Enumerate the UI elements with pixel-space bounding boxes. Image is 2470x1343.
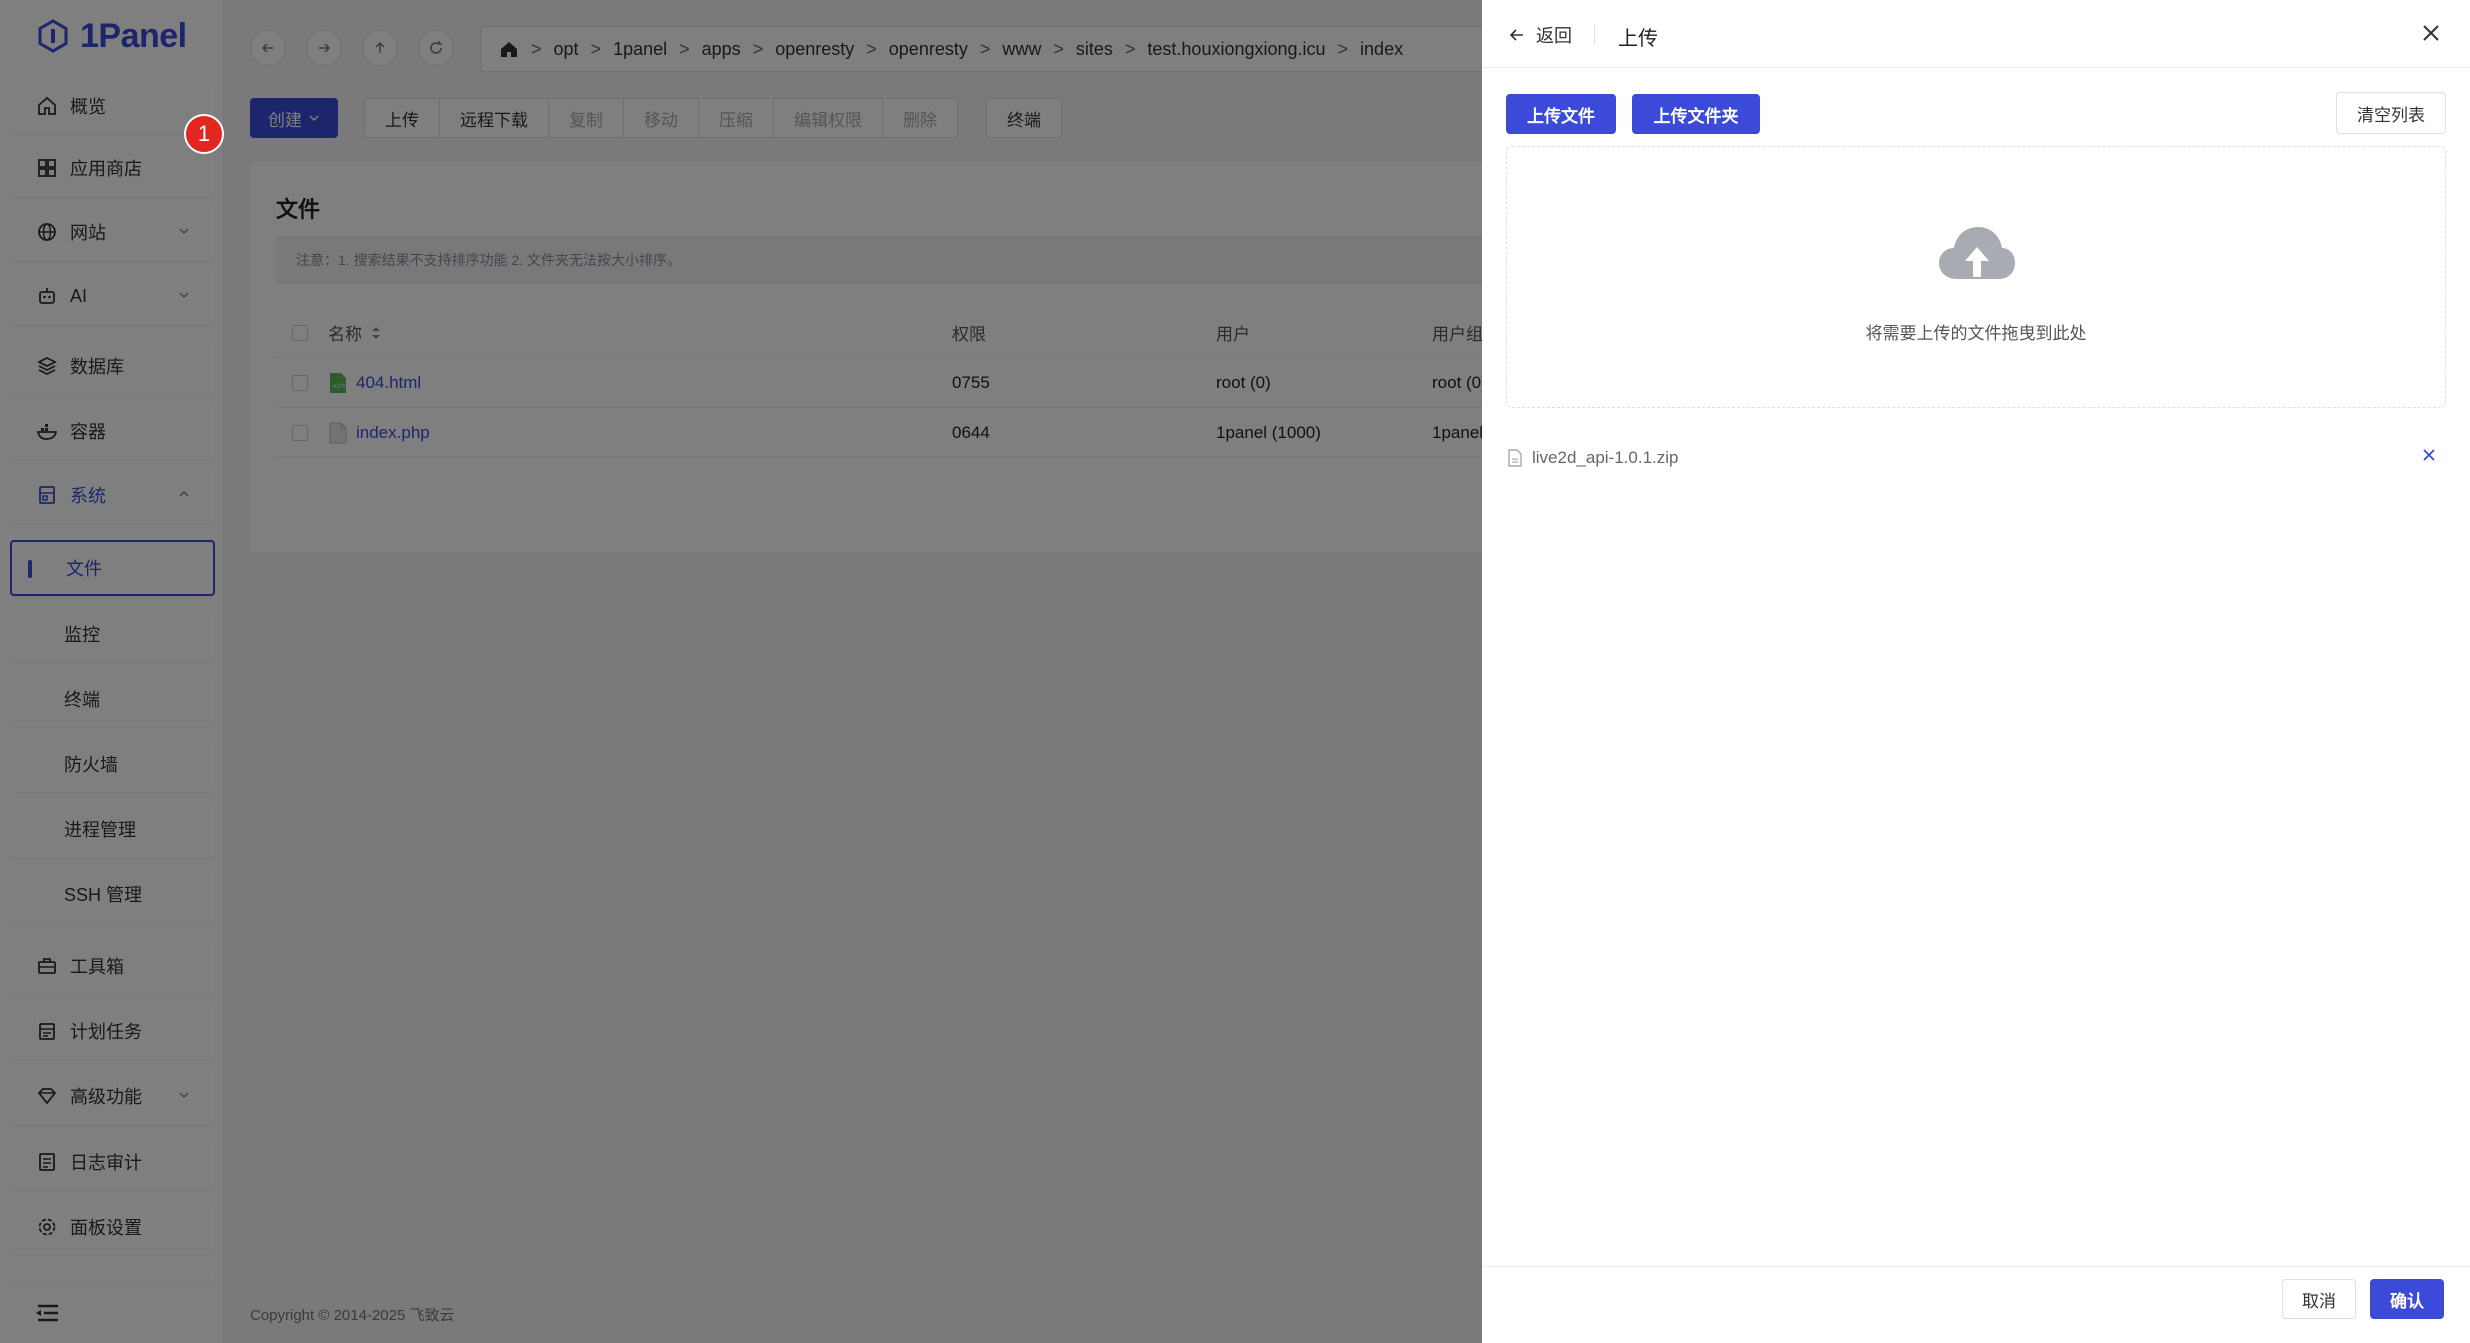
divider xyxy=(1594,24,1595,44)
remove-file-icon[interactable] xyxy=(2422,448,2436,462)
drawer-title: 上传 xyxy=(1618,28,1658,50)
confirm-button[interactable]: 确认 xyxy=(2370,1279,2444,1319)
cancel-button[interactable]: 取消 xyxy=(2282,1279,2356,1319)
drawer-header: 返回 上传 xyxy=(1482,0,2470,68)
arrow-left-icon xyxy=(1509,29,1523,41)
modal-overlay[interactable] xyxy=(0,0,1482,1343)
clear-list-button[interactable]: 清空列表 xyxy=(2336,92,2446,134)
upload-folder-button[interactable]: 上传文件夹 xyxy=(1632,94,1760,134)
queued-file-name: live2d_api-1.0.1.zip xyxy=(1532,448,1679,467)
cloud-upload-icon xyxy=(1939,227,2015,279)
back-label: 返回 xyxy=(1536,26,1572,46)
step-badge: 1 xyxy=(184,114,224,154)
close-icon[interactable] xyxy=(2420,22,2442,44)
drop-zone[interactable]: 将需要上传的文件拖曳到此处 xyxy=(1506,146,2446,408)
queued-file-item: live2d_api-1.0.1.zip xyxy=(1508,444,2448,472)
file-icon xyxy=(1508,449,1522,467)
upload-file-button[interactable]: 上传文件 xyxy=(1506,94,1616,134)
back-link[interactable]: 返回 xyxy=(1508,22,1572,48)
drop-hint: 将需要上传的文件拖曳到此处 xyxy=(1865,324,2087,343)
upload-drawer: 返回 上传 上传文件 上传文件夹 清空列表 将需要上传的文件拖曳到此处 live… xyxy=(1482,0,2470,1343)
